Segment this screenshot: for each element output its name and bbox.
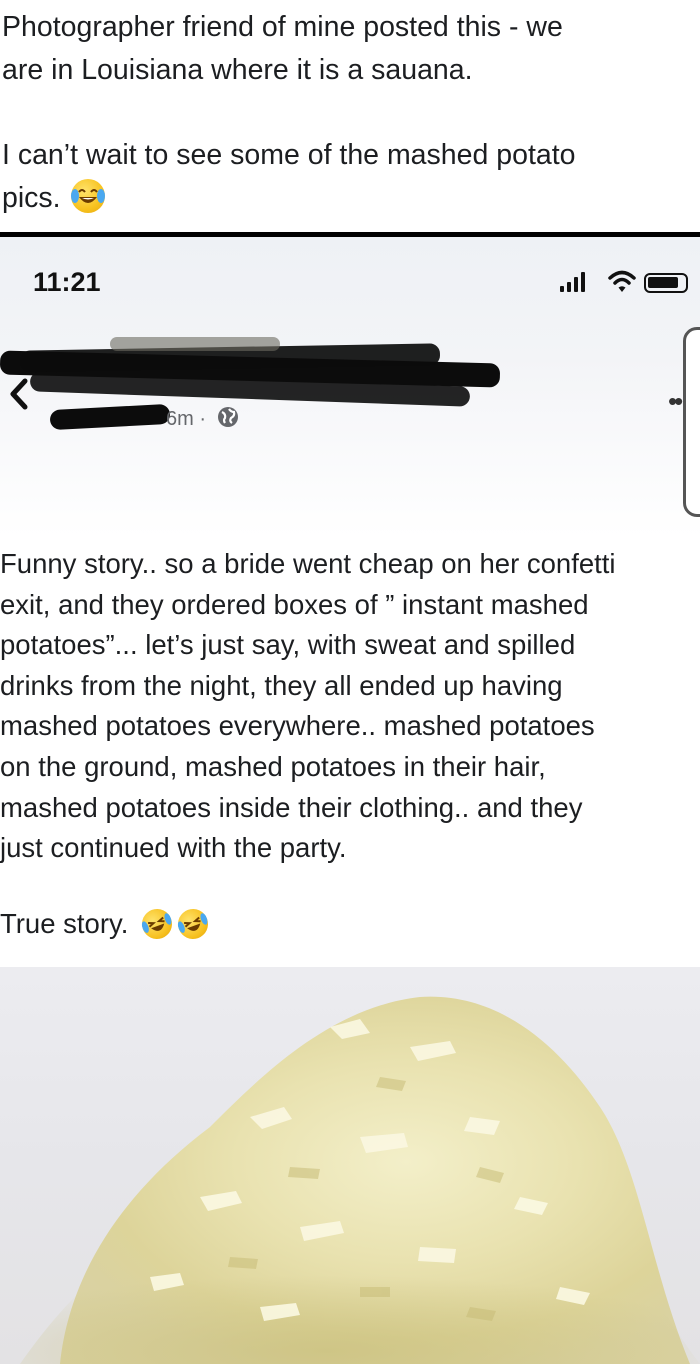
post-body-line: exit, and they ordered boxes of ” instan… [0,588,589,620]
post-closing: True story. [0,904,213,944]
battery-icon [644,273,688,293]
caption-line-4-text: pics. [2,182,61,214]
caption-line-4: pics. [2,177,692,220]
more-dots-icon[interactable]: •• [668,386,683,417]
tears-of-joy-emoji-icon [70,179,105,213]
post-meta: 6m · [166,405,240,431]
wifi-icon [608,270,636,292]
instant-mashed-potato-flakes-photo[interactable] [0,967,700,1364]
post-body-line: mashed potatoes everywhere.. mashed pota… [0,710,595,742]
caption-text: Photographer friend of mine posted this … [2,6,692,220]
post-closing-text: True story. [0,908,129,939]
post-body-line: just continued with the party. [0,832,347,864]
chevron-left-icon[interactable] [8,377,30,411]
caption-line-2: are in Louisiana where it is a sauana. [2,54,473,86]
side-panel-edge [683,327,700,517]
post-body-line: drinks from the night, they all ended up… [0,669,563,701]
rolling-laughing-emoji-icon [173,904,213,944]
post-body: Funny story.. so a bride went cheap on h… [0,544,700,869]
globe-icon [217,407,238,427]
caption-post: Photographer friend of mine posted this … [0,0,700,232]
caption-line-3: I can’t wait to see some of the mashed p… [2,139,576,171]
embedded-screenshot: 11:21 6m · •• Funny story.. so a bride w… [0,237,700,1364]
post-body-line: on the ground, mashed potatoes in their … [0,750,546,782]
post-body-line: Funny story.. so a bride went cheap on h… [0,548,616,579]
status-icons [560,270,700,296]
rolling-laughing-emoji-icon [137,904,177,944]
caption-line-1: Photographer friend of mine posted this … [2,11,563,43]
status-time: 11:21 [33,267,101,297]
post-timestamp: 6m · [166,408,206,430]
post-body-line: potatoes”... let’s just say, with sweat … [0,629,576,661]
post-body-line: mashed potatoes inside their clothing.. … [0,791,583,823]
